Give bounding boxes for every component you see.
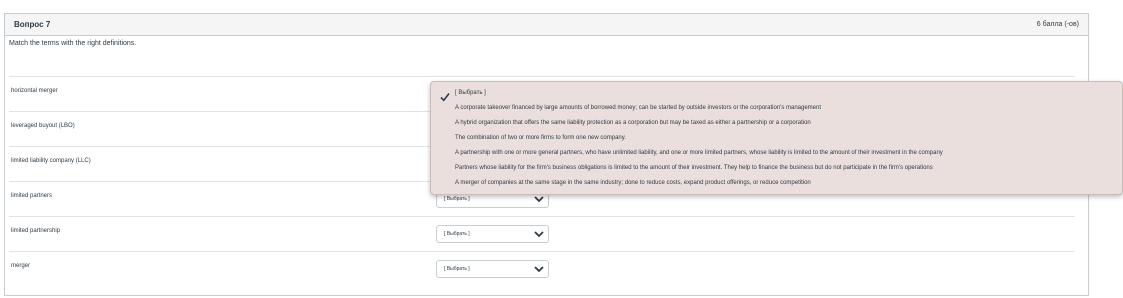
dropdown-option[interactable]: [ Выбрать ] <box>455 90 486 96</box>
select-value: [ Выбрать ] <box>444 266 470 272</box>
select-value: [ Выбрать ] <box>444 231 470 237</box>
term-label: limited liability company (LLC) <box>11 158 91 164</box>
chevron-down-icon <box>534 195 544 203</box>
question-instructions: Match the terms with the right definitio… <box>9 40 137 47</box>
row-divider <box>9 251 1075 252</box>
dropdown-option[interactable]: A partnership with one or more general p… <box>455 150 943 156</box>
definition-dropdown-menu: [ Выбрать ] A corporate takeover finance… <box>430 81 1123 195</box>
term-label: merger <box>11 263 31 269</box>
dropdown-option[interactable]: A corporate takeover financed by large a… <box>455 105 821 111</box>
dropdown-option[interactable]: A hybrid organization that offers the sa… <box>455 120 811 126</box>
row-divider <box>9 216 1075 217</box>
select-value: [ Выбрать ] <box>444 196 470 202</box>
question-title: Вопрос 7 <box>14 20 51 29</box>
dropdown-option[interactable]: A merger of companies at the same stage … <box>455 180 811 186</box>
chevron-down-icon <box>534 265 544 273</box>
term-label: leveraged buyout (LBO) <box>11 123 75 129</box>
dropdown-option[interactable]: Partners whose liability for the firm's … <box>455 165 933 171</box>
definition-select[interactable]: [ Выбрать ] <box>436 225 549 243</box>
definition-select[interactable]: [ Выбрать ] <box>436 260 549 278</box>
question-points: 6 балла (-ов) <box>1036 21 1079 28</box>
dropdown-option[interactable]: The combination of two or more firms to … <box>455 135 626 141</box>
row-divider <box>9 76 1075 77</box>
term-label: limited partners <box>11 193 53 199</box>
term-label: horizontal merger <box>11 88 58 94</box>
term-label: limited partnership <box>11 228 61 234</box>
checkmark-icon <box>440 89 450 102</box>
question-header: Вопрос 7 6 балла (-ов) <box>5 14 1088 36</box>
chevron-down-icon <box>534 230 544 238</box>
